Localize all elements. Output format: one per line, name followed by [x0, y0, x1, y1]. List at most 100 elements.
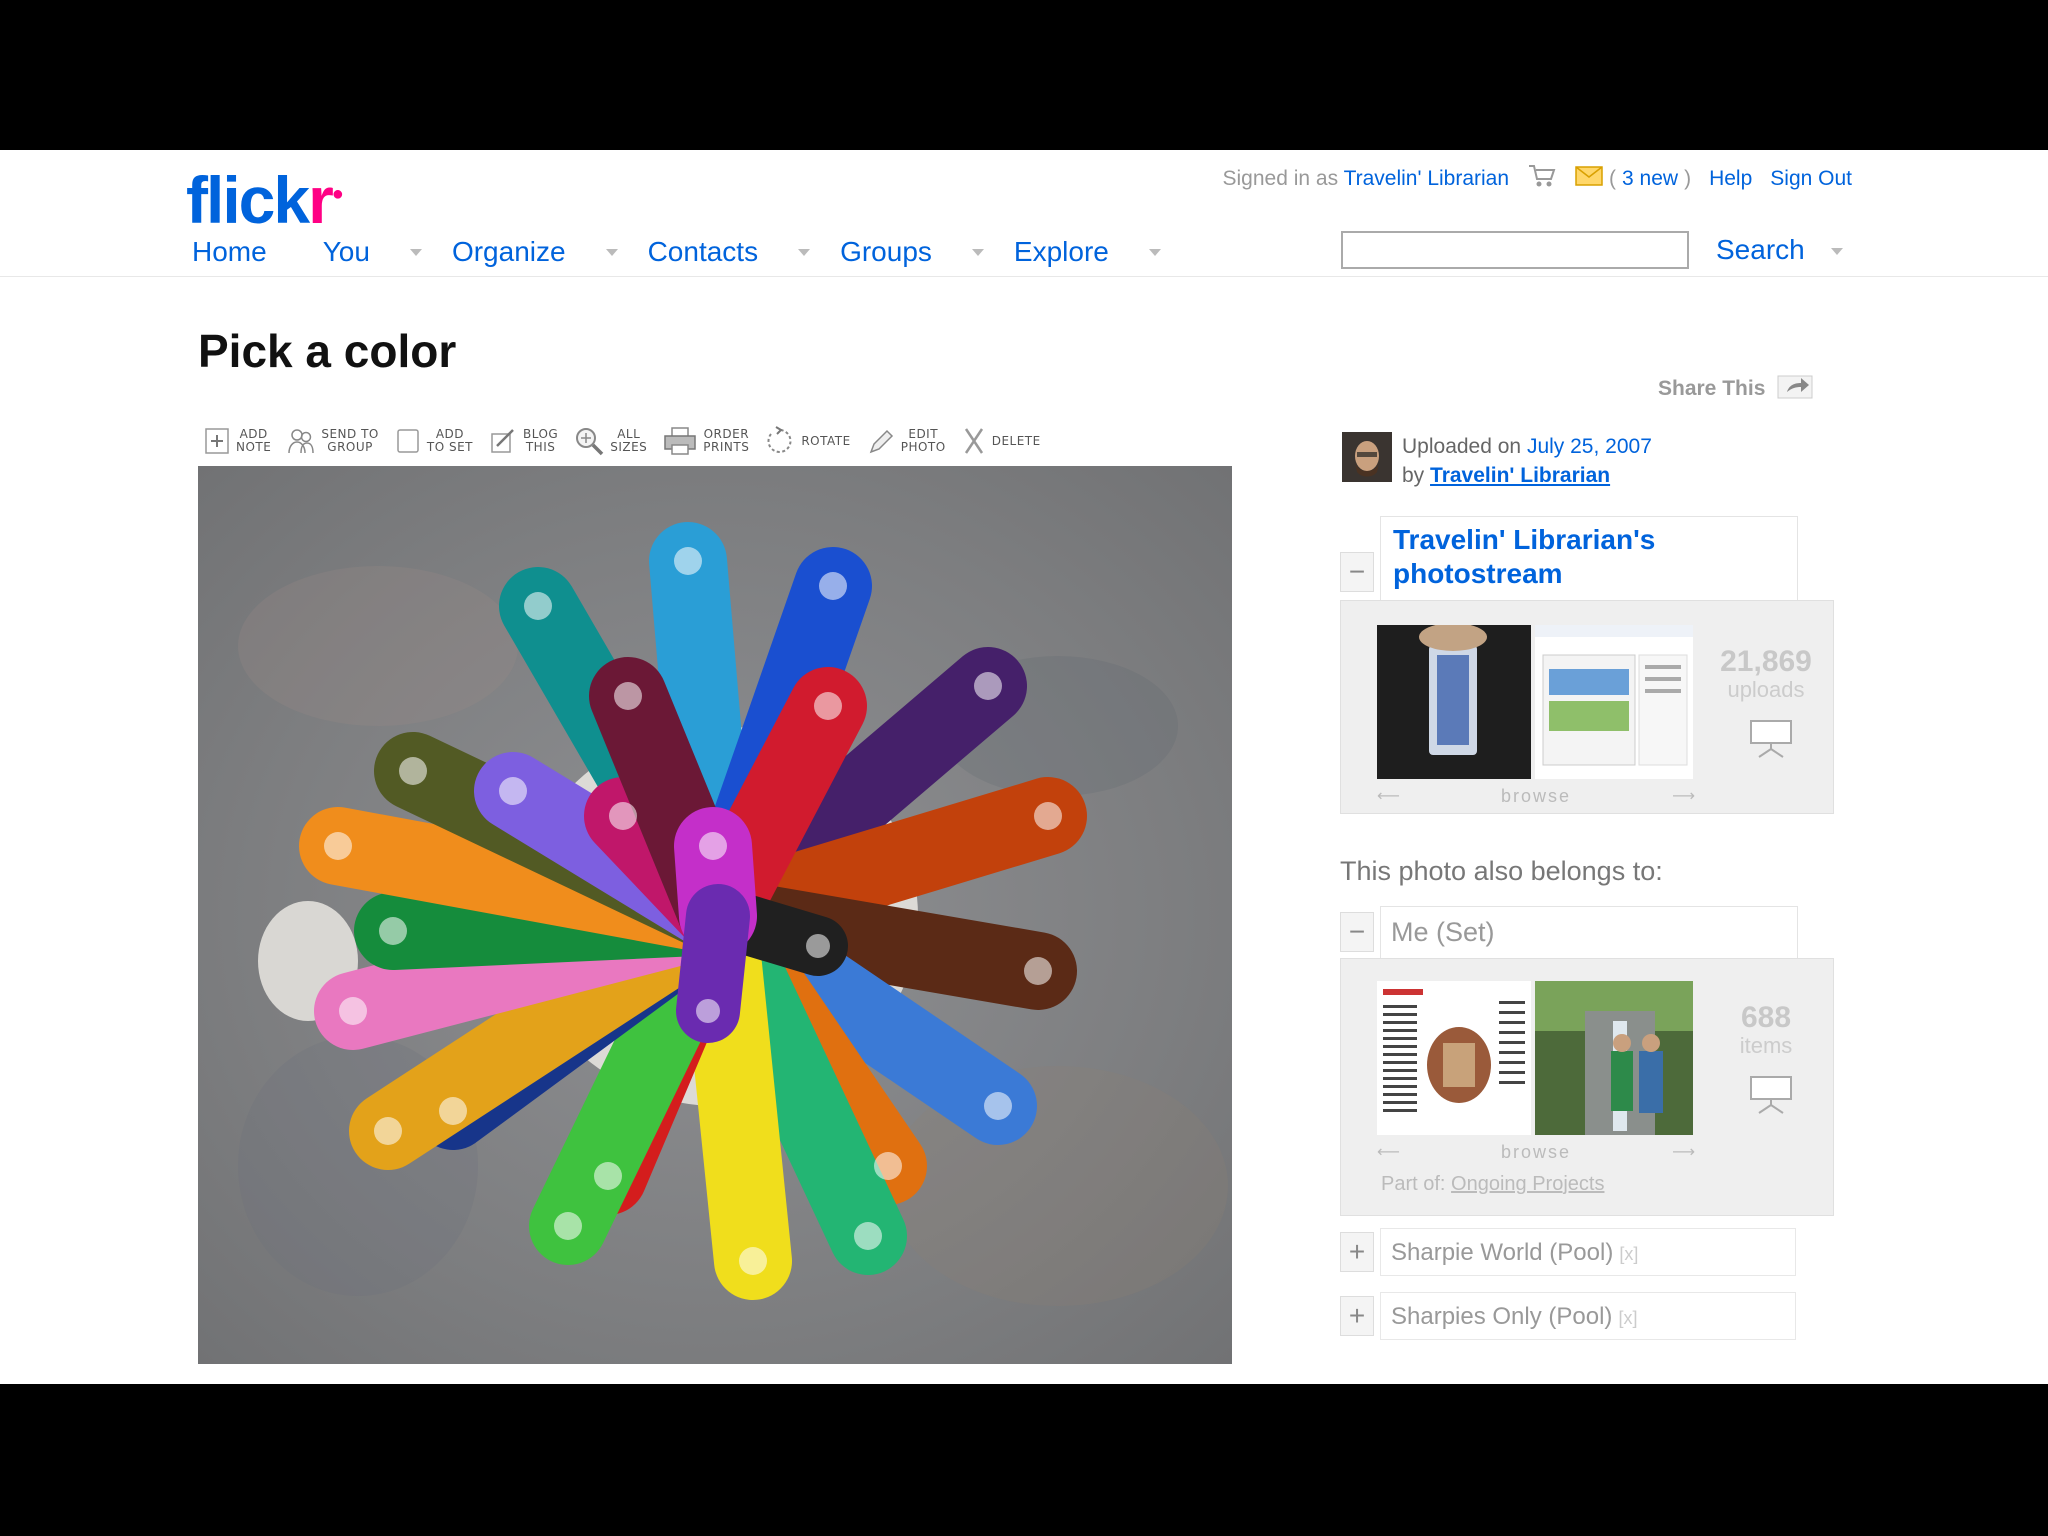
logo-text-accent: r — [308, 163, 334, 237]
edit-photo-button[interactable]: EDIT PHOTO — [867, 426, 946, 456]
photostream-next-thumb[interactable] — [1535, 625, 1693, 779]
photostream-browse-label: browse — [1500, 785, 1572, 806]
search-button[interactable]: Search — [1716, 234, 1805, 266]
mail-icon — [1575, 166, 1603, 192]
set-count: 688 — [1740, 1001, 1792, 1034]
signed-in-prefix: Signed in as — [1222, 167, 1339, 190]
photostream-prev-thumb[interactable] — [1377, 625, 1531, 779]
photostream-collapse-toggle[interactable]: − — [1340, 552, 1374, 592]
upload-info: Uploaded on July 25, 2007 by Travelin' L… — [1342, 432, 1652, 490]
add-to-set-button[interactable]: ADD TO SET — [395, 426, 473, 456]
pool-expand-toggle[interactable]: + — [1340, 1296, 1374, 1336]
uploaded-date-link[interactable]: July 25, 2007 — [1527, 435, 1652, 458]
main-photo[interactable] — [198, 466, 1232, 1364]
send-to-group-label-2: GROUP — [327, 440, 373, 454]
set-slideshow-icon[interactable] — [1749, 1075, 1793, 1115]
nav-contacts[interactable]: Contacts — [648, 236, 759, 268]
browse-prev-arrow-icon[interactable]: ⟵ — [1377, 786, 1400, 806]
order-prints-label-2: PRINTS — [703, 440, 750, 454]
delete-button[interactable]: DELETE — [962, 426, 1041, 456]
magnifier-icon — [576, 428, 604, 456]
set-prev-thumb[interactable] — [1377, 981, 1531, 1135]
set-browse-label: browse — [1500, 1141, 1572, 1162]
nav-home[interactable]: Home — [192, 236, 267, 268]
nav-groups[interactable]: Groups — [840, 236, 932, 268]
order-prints-button[interactable]: ORDER PRINTS — [663, 426, 749, 456]
mail-paren-close: ) — [1684, 167, 1692, 190]
photostream-context: − Travelin' Librarian's photostream 21,8… — [1340, 516, 1834, 816]
browse-next-arrow-icon[interactable]: ⟶ — [1672, 786, 1695, 806]
all-sizes-button[interactable]: ALL SIZES — [574, 426, 647, 456]
rotate-label: ROTATE — [801, 433, 851, 448]
set-collapse-toggle[interactable]: − — [1340, 912, 1374, 952]
mail-link[interactable]: (3 new) — [1575, 166, 1691, 192]
set-browse-row: ⟵ browse ⟶ — [1377, 1137, 1695, 1167]
photo-title: Pick a color — [198, 325, 457, 377]
set-next-thumb[interactable] — [1535, 981, 1693, 1135]
set-browse-next-arrow-icon[interactable]: ⟶ — [1672, 1142, 1695, 1162]
flickr-logo[interactable]: flickr● — [186, 154, 344, 240]
logo-text-main: flick — [186, 163, 310, 237]
blog-this-button[interactable]: BLOG THIS — [489, 426, 558, 456]
set-title-link[interactable]: Me (Set) — [1381, 907, 1797, 958]
set-part-of-link[interactable]: Ongoing Projects — [1451, 1173, 1604, 1195]
slideshow-icon[interactable] — [1749, 719, 1793, 759]
nav-you-dropdown-icon[interactable] — [409, 248, 422, 256]
pool-title-link[interactable]: Sharpies Only (Pool) — [1391, 1303, 1612, 1330]
help-link[interactable]: Help — [1709, 167, 1752, 191]
set-count-label: items — [1739, 1033, 1793, 1058]
pool-sharpie-world: + Sharpie World (Pool) [x] — [1340, 1228, 1800, 1276]
rotate-button[interactable]: ROTATE — [765, 426, 850, 456]
nav-explore[interactable]: Explore — [1014, 236, 1109, 268]
photostream-count: 21,869 — [1720, 645, 1812, 678]
nav-organize[interactable]: Organize — [452, 236, 566, 268]
nav-groups-dropdown-icon[interactable] — [971, 248, 984, 256]
main-nav: Home You Organize Contacts Groups Explor… — [192, 232, 1191, 272]
logo-dot: ● — [331, 183, 344, 205]
pool-remove-link[interactable]: [x] — [1618, 1308, 1637, 1328]
blog-this-label-2: THIS — [525, 440, 556, 454]
uploader-link[interactable]: Travelin' Librarian — [1430, 464, 1610, 487]
set-browse-prev-arrow-icon[interactable]: ⟵ — [1377, 1142, 1400, 1162]
nav-you[interactable]: You — [323, 236, 370, 268]
delete-x-icon — [964, 428, 983, 454]
signed-in-text: Signed in as Travelin' Librarian — [1223, 167, 1510, 191]
rotate-icon — [767, 426, 792, 453]
edit-photo-label-2: PHOTO — [900, 440, 946, 454]
pool-expand-toggle[interactable]: + — [1340, 1232, 1374, 1272]
nav-explore-dropdown-icon[interactable] — [1148, 248, 1161, 256]
add-note-icon — [205, 428, 229, 454]
search-input[interactable] — [1341, 231, 1689, 269]
pool-remove-link[interactable]: [x] — [1619, 1244, 1638, 1264]
signed-in-user-link[interactable]: Travelin' Librarian — [1344, 167, 1509, 190]
utility-bar: Signed in as Travelin' Librarian (3 new)… — [1223, 163, 1852, 195]
pencil-icon — [869, 429, 893, 454]
avatar[interactable] — [1342, 432, 1392, 482]
photostream-tab: Travelin' Librarian's photostream — [1380, 516, 1798, 601]
by-prefix: by — [1402, 464, 1425, 487]
mail-count[interactable]: 3 new — [1622, 167, 1678, 191]
delete-label: DELETE — [991, 433, 1041, 448]
header-divider — [0, 276, 2048, 277]
send-to-group-button[interactable]: SEND TO GROUP — [287, 426, 379, 456]
nav-organize-dropdown-icon[interactable] — [605, 248, 618, 256]
set-context: − Me (Set) 688 items ⟵ browse ⟶ Part of:… — [1340, 906, 1834, 1216]
photostream-count-label: uploads — [1727, 677, 1805, 702]
share-this-label: Share This — [1658, 377, 1766, 400]
cart-icon[interactable] — [1527, 163, 1557, 195]
pool-title-link[interactable]: Sharpie World (Pool) — [1391, 1239, 1613, 1266]
sign-out-link[interactable]: Sign Out — [1770, 167, 1852, 191]
nav-contacts-dropdown-icon[interactable] — [798, 248, 811, 256]
photostream-title-link[interactable]: Travelin' Librarian's photostream — [1381, 517, 1797, 597]
set-tab: Me (Set) — [1380, 906, 1798, 959]
all-sizes-label-2: SIZES — [610, 440, 648, 454]
set-body: 688 items ⟵ browse ⟶ Part of: Ongoing Pr… — [1340, 958, 1834, 1216]
share-this-button[interactable]: Share This — [1658, 372, 1815, 406]
search-options-dropdown-icon[interactable] — [1831, 248, 1843, 255]
blog-icon — [491, 429, 514, 453]
add-to-set-label-2: TO SET — [426, 440, 473, 454]
share-icon — [1777, 372, 1815, 406]
uploaded-prefix: Uploaded on — [1402, 435, 1522, 458]
add-note-button[interactable]: ADD NOTE — [204, 426, 271, 456]
printer-icon — [664, 427, 697, 455]
